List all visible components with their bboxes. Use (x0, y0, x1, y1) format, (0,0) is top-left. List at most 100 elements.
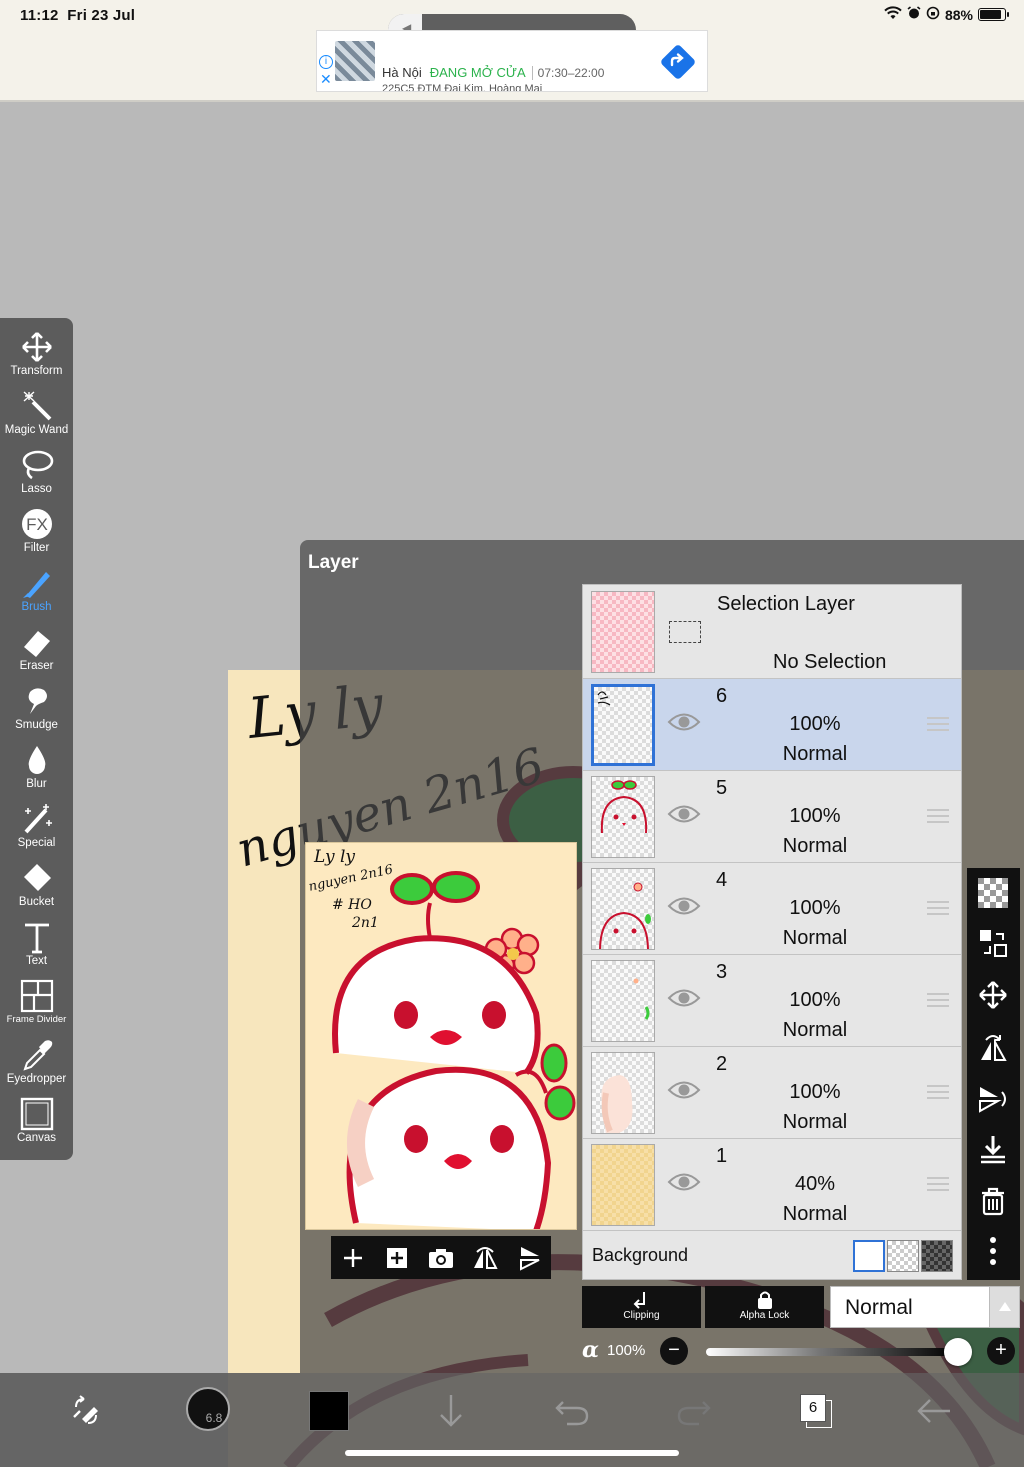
layer-blend-mode: Normal (782, 835, 848, 857)
ad-close-icon[interactable]: ✕ (320, 71, 332, 88)
eye-icon[interactable] (667, 895, 701, 917)
layer-thumbnail (591, 960, 655, 1042)
chevron-up-icon (989, 1287, 1019, 1327)
arrow-down-icon[interactable] (427, 1387, 475, 1435)
eye-icon[interactable] (667, 1079, 701, 1101)
tool-special[interactable]: Special (0, 800, 73, 859)
merge-down-icon[interactable] (976, 1132, 1010, 1166)
tool-canvas[interactable]: Canvas (0, 1095, 73, 1154)
layer-row-3[interactable]: 3 100% Normal (583, 955, 961, 1047)
tool-filter[interactable]: FX Filter (0, 505, 73, 564)
selection-layer-thumbnail (591, 591, 655, 673)
quick-tool-switch-icon[interactable] (62, 1387, 110, 1435)
layer-blend-mode: Normal (782, 927, 848, 949)
home-indicator[interactable] (345, 1450, 679, 1456)
tool-eyedropper[interactable]: Eyedropper (0, 1036, 73, 1095)
layer-transform-icon[interactable] (976, 926, 1010, 960)
alarm-icon (907, 6, 921, 23)
ad-address: 225C5 ĐTM Đại Kim, Hoàng Mai (382, 83, 543, 91)
text-icon (24, 923, 49, 954)
tool-transform[interactable]: Transform (0, 328, 73, 387)
selection-layer-row[interactable]: Selection Layer No Selection (583, 585, 961, 679)
undo-icon[interactable] (548, 1387, 596, 1435)
drag-handle-icon[interactable] (927, 717, 949, 731)
brush-size-indicator[interactable]: 6.8 (186, 1387, 230, 1431)
layer-row-5[interactable]: 5 100% Normal (583, 771, 961, 863)
ad-text: Hà Nội ĐANG MỞ CỬA 07:30–22:00 (382, 65, 605, 80)
layer-row-2[interactable]: 2 100% Normal (583, 1047, 961, 1139)
background-transparent-swatch[interactable] (887, 1240, 919, 1272)
svg-text:FX: FX (26, 515, 48, 534)
flip-vertical-icon[interactable] (516, 1245, 542, 1271)
opacity-increase-button[interactable]: + (987, 1337, 1015, 1365)
lasso-icon (22, 450, 53, 480)
alpha-lock-button[interactable]: Alpha Lock (705, 1286, 824, 1328)
tool-bucket[interactable]: Bucket (0, 859, 73, 918)
fx-icon: FX (21, 509, 52, 539)
tool-panel: Transform Magic Wand Lasso FX Filter Bru… (0, 318, 73, 1160)
layer-thumbnail (591, 868, 655, 950)
ad-info-icon[interactable]: i (319, 55, 333, 69)
opacity-slider[interactable] (706, 1348, 956, 1356)
canvas-preview[interactable]: Ly ly nguyen 2n16 # HO 2n1 (305, 842, 577, 1230)
layer-row-6[interactable]: 6 100% Normal (583, 679, 961, 771)
layer-opacity: 100% (789, 1081, 841, 1103)
background-white-swatch[interactable] (853, 1240, 885, 1272)
tool-frame-divider[interactable]: Frame Divider (0, 977, 73, 1036)
layer-row-4[interactable]: 4 100% Normal (583, 863, 961, 955)
drag-handle-icon[interactable] (927, 993, 949, 1007)
delete-layer-icon[interactable] (976, 1184, 1010, 1218)
color-swatch[interactable] (305, 1387, 353, 1435)
background-label: Background (592, 1245, 689, 1265)
more-options-icon[interactable] (976, 1234, 1010, 1268)
tool-text[interactable]: Text (0, 918, 73, 977)
checkerboard-icon[interactable] (976, 876, 1010, 910)
layer-number: 2 (716, 1053, 728, 1075)
layers-button[interactable]: 6 (792, 1387, 840, 1435)
special-icon (24, 804, 52, 834)
move-layer-icon[interactable] (976, 978, 1010, 1012)
opacity-slider-knob[interactable] (944, 1338, 972, 1366)
layer-opacity: 40% (794, 1173, 836, 1195)
smudge-icon (28, 688, 47, 714)
tool-lasso[interactable]: Lasso (0, 446, 73, 505)
drag-handle-icon[interactable] (927, 901, 949, 915)
tool-smudge[interactable]: Smudge (0, 682, 73, 741)
tool-magic-wand[interactable]: Magic Wand (0, 387, 73, 446)
back-arrow-icon[interactable] (910, 1387, 958, 1435)
duplicate-layer-icon[interactable] (384, 1245, 410, 1271)
clipping-button[interactable]: Clipping (582, 1286, 701, 1328)
layer-opacity: 100% (789, 897, 841, 919)
flip-vertical-icon[interactable] (976, 1082, 1010, 1116)
preview-actions-bar (331, 1236, 551, 1279)
battery-icon (978, 8, 1009, 21)
flip-horizontal-icon[interactable] (472, 1245, 498, 1271)
flip-horizontal-icon[interactable] (976, 1030, 1010, 1064)
layer-opacity: 100% (789, 989, 841, 1011)
add-layer-icon[interactable] (340, 1245, 366, 1271)
clipping-icon (633, 1292, 645, 1309)
eye-icon[interactable] (667, 1171, 701, 1193)
blend-mode-select[interactable]: Normal (830, 1286, 1020, 1328)
layer-opacity: 100% (789, 805, 841, 827)
redo-icon[interactable] (670, 1387, 718, 1435)
drag-handle-icon[interactable] (927, 1177, 949, 1191)
tool-brush[interactable]: Brush (0, 564, 73, 623)
eye-icon[interactable] (667, 803, 701, 825)
eye-icon[interactable] (667, 987, 701, 1009)
tool-eraser[interactable]: Eraser (0, 623, 73, 682)
opacity-row: α 100% − + (580, 1334, 1020, 1368)
drag-handle-icon[interactable] (927, 1085, 949, 1099)
opacity-value: 100% (607, 1342, 646, 1359)
background-dark-swatch[interactable] (921, 1240, 953, 1272)
directions-icon[interactable] (661, 45, 695, 79)
opacity-decrease-button[interactable]: − (660, 1337, 688, 1365)
camera-icon[interactable] (428, 1245, 454, 1271)
alpha-symbol: α (582, 1337, 599, 1363)
tool-blur[interactable]: Blur (0, 741, 73, 800)
drag-handle-icon[interactable] (927, 809, 949, 823)
ad-banner[interactable]: i ✕ Hà Nội ĐANG MỞ CỬA 07:30–22:00 225C5 Đ… (316, 30, 708, 92)
layer-row-1[interactable]: 1 40% Normal (583, 1139, 961, 1231)
eye-icon[interactable] (667, 711, 701, 733)
frame-divider-icon (20, 979, 53, 1013)
